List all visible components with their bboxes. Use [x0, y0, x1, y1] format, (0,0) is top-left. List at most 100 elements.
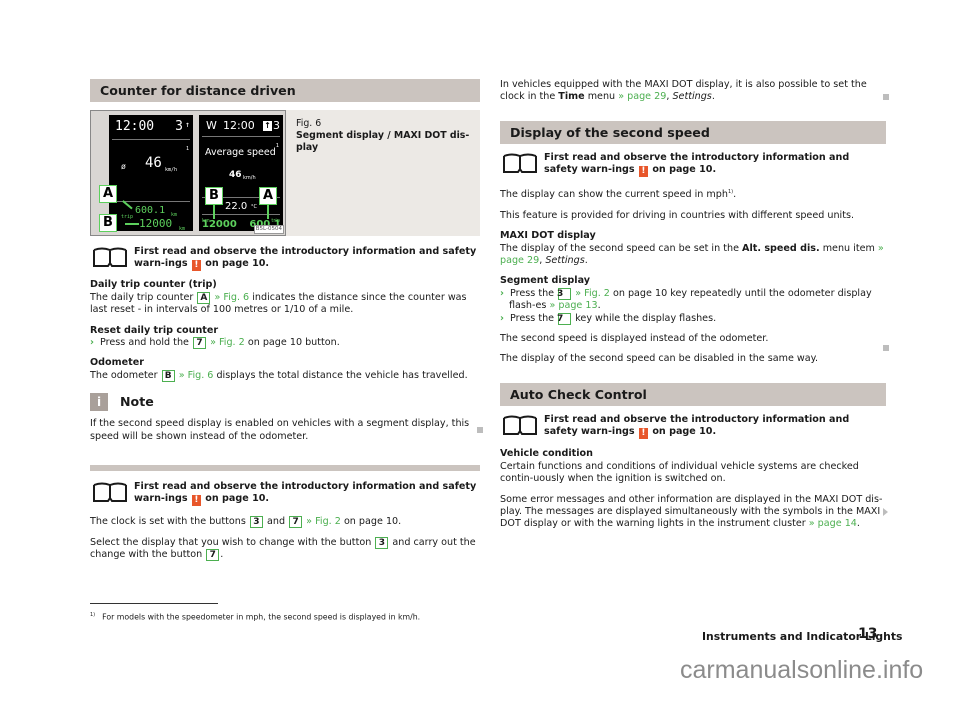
- text: .: [597, 300, 601, 312]
- link-fig-2[interactable]: » Fig. 2: [306, 516, 341, 527]
- text: Press the: [510, 312, 555, 324]
- seg-index: 1: [185, 146, 189, 152]
- note-text: If the second speed display is enabled o…: [90, 418, 470, 442]
- md-speed-unit: km/h: [243, 175, 256, 181]
- text: Press the: [510, 287, 555, 299]
- error-messages-text: Some error messages and other informatio…: [500, 494, 886, 531]
- vehicle-condition-text: Certain functions and conditions of indi…: [500, 460, 859, 485]
- section-end-mark: [477, 427, 483, 433]
- maxi-dot-block: MAXI DOT display The display of the seco…: [500, 230, 886, 267]
- key-7: 7: [193, 337, 206, 350]
- md-temp-unit: °C: [251, 204, 257, 210]
- heading-odometer: Odometer: [90, 357, 144, 369]
- seg-trip-value: 600.1: [135, 205, 166, 216]
- md-speed: 46: [229, 170, 242, 180]
- vehicle-condition-block: Vehicle condition Certain functions and …: [500, 448, 886, 485]
- warning-icon: !: [191, 495, 201, 507]
- section-title-auto-check: Auto Check Control: [500, 382, 886, 406]
- feature-text: This feature is provided for driving in …: [500, 209, 855, 221]
- key-7: 7: [289, 516, 303, 529]
- figure-image: 12:00 3 ↑ 1 ø 46 km/h trip 600.1 km 1200…: [90, 110, 286, 236]
- heading-daily-trip: Daily trip counter (trip): [90, 279, 217, 291]
- divider: [202, 136, 280, 137]
- figure-caption: Fig. 6 Segment display / MAXI DOT dis-pl…: [286, 110, 480, 236]
- key-7: 7: [557, 312, 572, 325]
- footnote-divider: [90, 603, 218, 604]
- md-title: Average speed: [205, 147, 276, 158]
- bullet-icon: ›: [90, 337, 94, 349]
- figure-caption-text: Segment display / MAXI DOT dis-play: [296, 130, 470, 153]
- heading-maxi-dot: MAXI DOT display: [500, 230, 596, 242]
- callout-b: B: [99, 214, 117, 232]
- safety-warning: First read and observe the introductory …: [500, 152, 886, 178]
- heading-vehicle-condition: Vehicle condition: [500, 448, 593, 460]
- text: key while the display flashes.: [575, 312, 717, 324]
- warning-page-ref: on page 10.: [205, 258, 270, 270]
- footnote: 1) For models with the speedometer in mph…: [90, 609, 420, 624]
- key-3: 3: [375, 536, 389, 549]
- warning-page-ref: on page 10.: [652, 164, 717, 176]
- footnote-text: For models with the speedometer in mph, …: [102, 612, 421, 622]
- segment-display: 12:00 3 ↑ 1 ø 46 km/h trip 600.1 km 1200…: [109, 115, 193, 232]
- figure-label: Fig. 6: [296, 118, 322, 129]
- callout-a: A: [259, 187, 277, 205]
- text: and: [266, 516, 286, 528]
- md-day: W: [206, 119, 217, 132]
- seg-speed-unit: km/h: [165, 167, 178, 173]
- image-code: B5L-0504: [253, 225, 284, 234]
- seg-time: 12:00: [115, 119, 155, 134]
- maxi-dot-clock-text: In vehicles equipped with the MAXI DOT d…: [500, 79, 886, 104]
- mph-text: The display can show the current speed i…: [500, 186, 886, 202]
- section-title-counter: Counter for distance driven: [90, 79, 480, 102]
- menu-alt-speed: Alt. speed dis.: [742, 242, 820, 254]
- text: The odometer: [90, 369, 158, 381]
- bullet-icon: ›: [500, 287, 504, 299]
- link-page-14[interactable]: » page 14: [809, 518, 857, 529]
- heading-segment: Segment display: [500, 275, 590, 287]
- figure-6: 12:00 3 ↑ 1 ø 46 km/h trip 600.1 km 1200…: [90, 110, 480, 236]
- text: ,: [539, 255, 543, 267]
- clock-set-text: The clock is set with the buttons 3 and …: [90, 516, 480, 529]
- menu-time: Time: [558, 91, 585, 103]
- watermark: carmanualsonline.info: [680, 656, 924, 684]
- avg-symbol-icon: ø: [121, 162, 126, 171]
- md-time: 12:00: [223, 119, 255, 132]
- link-fig-2[interactable]: » Fig. 2: [575, 288, 610, 299]
- safety-warning: First read and observe the introductory …: [90, 481, 480, 507]
- continue-arrow-icon: [883, 508, 888, 516]
- bullet-icon: ›: [500, 312, 504, 324]
- md-index: 1: [275, 143, 279, 149]
- book-icon: [503, 153, 537, 173]
- link-fig-6[interactable]: » Fig. 6: [179, 370, 214, 381]
- link-fig-6[interactable]: » Fig. 6: [214, 292, 249, 303]
- seg-odo-unit: km: [179, 226, 186, 232]
- callout-line-b: [213, 205, 215, 219]
- key-7: 7: [206, 549, 220, 562]
- text: The daily trip counter: [90, 291, 194, 303]
- seg-speed: 46: [145, 155, 162, 171]
- text: .: [733, 189, 737, 201]
- md-temp: 22.0: [225, 201, 248, 212]
- second-speed-instead-text: The second speed is displayed instead of…: [500, 333, 769, 345]
- link-fig-2[interactable]: » Fig. 2: [210, 337, 245, 348]
- footnote-mark: 1): [90, 612, 96, 618]
- settings-ref: Settings: [672, 91, 712, 103]
- text: The display can show the current speed i…: [500, 189, 728, 201]
- md-gear: 3: [273, 119, 280, 132]
- text: .: [584, 255, 588, 267]
- right-column: In vehicles equipped with the MAXI DOT d…: [500, 79, 886, 531]
- reset-block: Reset daily trip counter › Press and hol…: [90, 325, 480, 350]
- callout-line-b: [125, 223, 139, 225]
- link-page-13[interactable]: » page 13: [549, 300, 597, 311]
- text: displays the total distance the vehicle …: [216, 369, 468, 381]
- text: ,: [666, 91, 670, 103]
- warning-text: First read and observe the introductory …: [134, 246, 477, 270]
- link-page-29[interactable]: » page 29: [618, 91, 666, 102]
- seg-upshift-icon: ↑: [185, 120, 190, 129]
- note-title: Note: [120, 394, 154, 410]
- warning-icon: !: [638, 428, 648, 440]
- odometer-block: Odometer The odometer B » Fig. 6 display…: [90, 357, 480, 382]
- step-2: › Press the 7 key while the display flas…: [500, 312, 886, 325]
- text: menu item: [822, 242, 875, 254]
- text: .: [856, 518, 860, 530]
